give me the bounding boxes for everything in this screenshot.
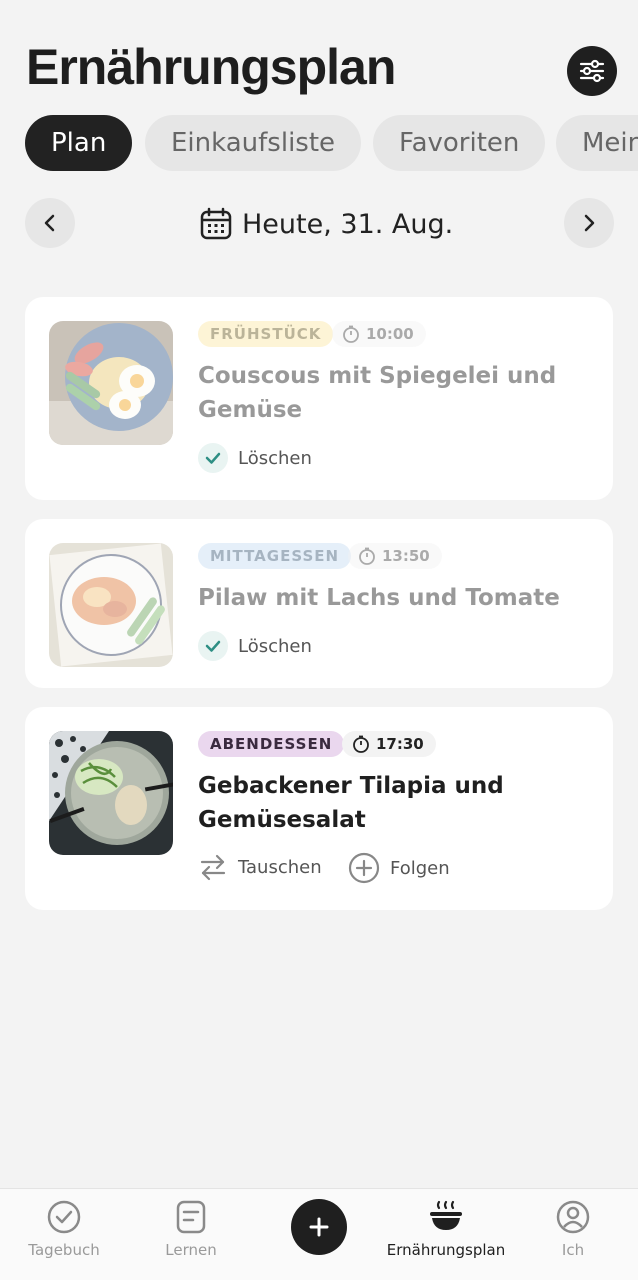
meal-card-dinner[interactable]: ABENDESSEN 17:30 Gebackener Tilapia und … — [25, 707, 613, 910]
tab-einkaufsliste[interactable]: Einkaufsliste — [145, 115, 362, 171]
stopwatch-icon — [359, 547, 375, 565]
plus-circle-icon — [348, 852, 380, 884]
next-day-button[interactable] — [564, 198, 614, 248]
meal-time-badge: 13:50 — [348, 543, 442, 569]
nav-ich[interactable]: Ich — [509, 1199, 637, 1259]
chevron-right-icon — [584, 214, 595, 232]
header: Ernährungsplan — [0, 0, 638, 110]
tab-favoriten[interactable]: Favoriten — [373, 115, 546, 171]
action-label: Tauschen — [238, 856, 322, 878]
delete-action[interactable]: Löschen — [198, 631, 312, 661]
date-label[interactable]: Heute, 31. Aug. — [200, 204, 453, 244]
document-icon — [176, 1200, 206, 1234]
stopwatch-icon — [353, 735, 369, 753]
sliders-icon — [579, 59, 605, 83]
action-label: Folgen — [390, 857, 450, 879]
stopwatch-icon — [343, 325, 359, 343]
meal-title: Couscous mit Spiegelei und Gemüse — [198, 363, 557, 423]
meal-card-lunch[interactable]: MITTAGESSEN 13:50 Pilaw mit Lachs und To… — [25, 519, 613, 688]
meal-time: 13:50 — [382, 547, 430, 565]
action-label: Löschen — [238, 447, 312, 469]
check-icon — [198, 631, 228, 661]
nav-label: Lernen — [165, 1241, 217, 1259]
nav-label: Ich — [561, 1241, 585, 1259]
chevron-left-icon — [44, 214, 55, 232]
date-navigation: Heute, 31. Aug. — [0, 198, 638, 250]
delete-action[interactable]: Löschen — [198, 443, 312, 473]
swap-action[interactable]: Tauschen — [198, 852, 322, 882]
user-icon — [556, 1200, 590, 1234]
prev-day-button[interactable] — [25, 198, 75, 248]
meal-time: 17:30 — [376, 735, 424, 753]
meal-title: Pilaw mit Lachs und Tomate — [198, 585, 560, 611]
action-label: Löschen — [238, 635, 312, 657]
meal-image-lunch — [49, 543, 173, 667]
meal-card-breakfast[interactable]: FRÜHSTÜCK 10:00 Couscous mit Spiegelei u… — [25, 297, 613, 500]
filter-button[interactable] — [567, 46, 617, 96]
tab-plan[interactable]: Plan — [25, 115, 133, 171]
meal-image-dinner — [49, 731, 173, 855]
meal-title: Gebackener Tilapia und Gemüsesalat — [198, 773, 504, 833]
tab-bar: Plan Einkaufsliste Favoriten Mein — [0, 115, 638, 173]
nav-tagebuch[interactable]: Tagebuch — [0, 1199, 128, 1259]
bottom-navigation: Tagebuch Lernen Ernährungsplan Ich — [0, 1188, 638, 1280]
nav-label: Tagebuch — [28, 1241, 100, 1259]
check-circle-icon — [47, 1200, 81, 1234]
meal-image-breakfast — [49, 321, 173, 445]
nav-lernen[interactable]: Lernen — [127, 1199, 255, 1259]
date-text: Heute, 31. Aug. — [242, 208, 454, 240]
nav-ernaehrungsplan[interactable]: Ernährungsplan — [382, 1199, 510, 1259]
check-icon — [198, 443, 228, 473]
swap-icon — [200, 854, 226, 881]
calendar-icon — [200, 207, 232, 240]
meal-time-badge: 17:30 — [342, 731, 436, 757]
tab-mein[interactable]: Mein — [556, 115, 638, 171]
page-title: Ernährungsplan — [26, 39, 396, 95]
meal-time-badge: 10:00 — [332, 321, 426, 347]
bowl-icon — [430, 1200, 462, 1230]
add-button[interactable] — [291, 1199, 347, 1255]
meal-type-badge: ABENDESSEN — [198, 731, 345, 757]
plus-icon — [309, 1217, 329, 1237]
meal-type-badge: MITTAGESSEN — [198, 543, 352, 569]
nav-label: Ernährungsplan — [386, 1241, 506, 1259]
meal-time: 10:00 — [366, 325, 414, 343]
meal-type-badge: FRÜHSTÜCK — [198, 321, 334, 347]
follow-action[interactable]: Folgen — [348, 852, 450, 884]
